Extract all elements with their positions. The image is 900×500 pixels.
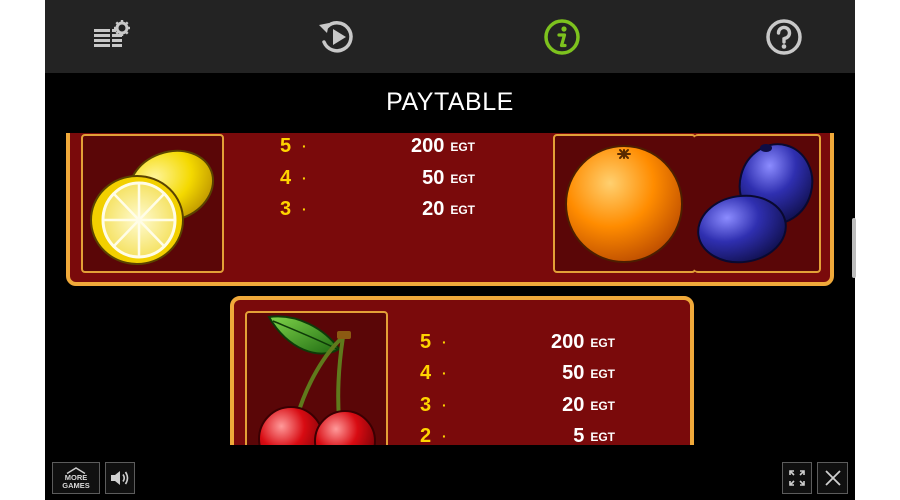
info-icon xyxy=(544,19,580,55)
payout-value: 50 EGT xyxy=(562,362,615,384)
pay-row: 5 · 200 EGT xyxy=(280,133,490,159)
row-bullet: · xyxy=(302,201,307,217)
more-games-label-line2: GAMES xyxy=(62,480,90,490)
pay-row: 4 · 50 EGT xyxy=(280,165,490,191)
fullscreen-icon xyxy=(789,470,805,486)
close-button[interactable] xyxy=(817,462,848,494)
row-bullet: · xyxy=(302,170,307,186)
payout-value: 20 EGT xyxy=(562,394,615,416)
help-icon xyxy=(766,19,802,55)
pay-row: 3 · 20 EGT xyxy=(280,196,490,222)
orange-icon xyxy=(565,145,683,263)
fullscreen-button[interactable] xyxy=(782,462,812,494)
history-icon xyxy=(319,21,353,53)
paytable-panel-cherry: 5 · 200 EGT 4 · 50 EGT 3 · 20 EGT 2 · 5 EGT xyxy=(230,296,694,445)
speaker-icon xyxy=(111,471,129,485)
row-bullet: · xyxy=(442,365,447,381)
pay-row: 2 · 5 EGT xyxy=(420,423,630,445)
help-button[interactable] xyxy=(761,14,807,60)
pay-row: 5 · 200 EGT xyxy=(420,329,630,355)
sound-button[interactable] xyxy=(105,462,135,494)
scrollbar-thumb[interactable] xyxy=(852,218,856,278)
settings-icon xyxy=(94,20,130,47)
paytable-panel-lemon-orange-plum: 5 · 200 EGT 4 · 50 EGT 3 · 20 EGT xyxy=(66,133,834,286)
pay-row: 4 · 50 EGT xyxy=(420,360,630,386)
game-screen: PAYTABLE 5 · 200 EGT 4 · 50 EGT 3 · 20 E… xyxy=(45,0,855,500)
close-icon xyxy=(824,470,841,486)
more-games-button[interactable]: MORE GAMES xyxy=(52,462,100,494)
orange-symbol xyxy=(553,134,696,273)
payout-value: 50 EGT xyxy=(422,167,475,189)
cherry-symbol xyxy=(245,311,388,445)
info-button[interactable] xyxy=(539,14,585,60)
top-toolbar xyxy=(45,0,855,73)
row-bullet: · xyxy=(302,138,307,154)
history-button[interactable] xyxy=(314,14,360,60)
pay-row: 3 · 20 EGT xyxy=(420,392,630,418)
settings-button[interactable] xyxy=(89,14,135,60)
row-bullet: · xyxy=(442,334,447,350)
cherry-icon xyxy=(258,315,376,445)
lemon-symbol xyxy=(81,134,224,273)
row-bullet: · xyxy=(442,397,447,413)
payout-value: 200 EGT xyxy=(550,331,615,353)
page-title: PAYTABLE xyxy=(386,88,514,116)
plum-symbol xyxy=(694,134,821,273)
payout-value: 200 EGT xyxy=(410,135,475,157)
plum-icon xyxy=(697,143,814,264)
payout-value: 20 EGT xyxy=(422,198,475,220)
lemon-icon xyxy=(90,149,215,265)
row-bullet: · xyxy=(442,428,447,444)
paytable-scroll-area[interactable]: 5 · 200 EGT 4 · 50 EGT 3 · 20 EGT 5 · 20… xyxy=(45,133,855,445)
payout-value: 5 EGT xyxy=(573,425,615,445)
